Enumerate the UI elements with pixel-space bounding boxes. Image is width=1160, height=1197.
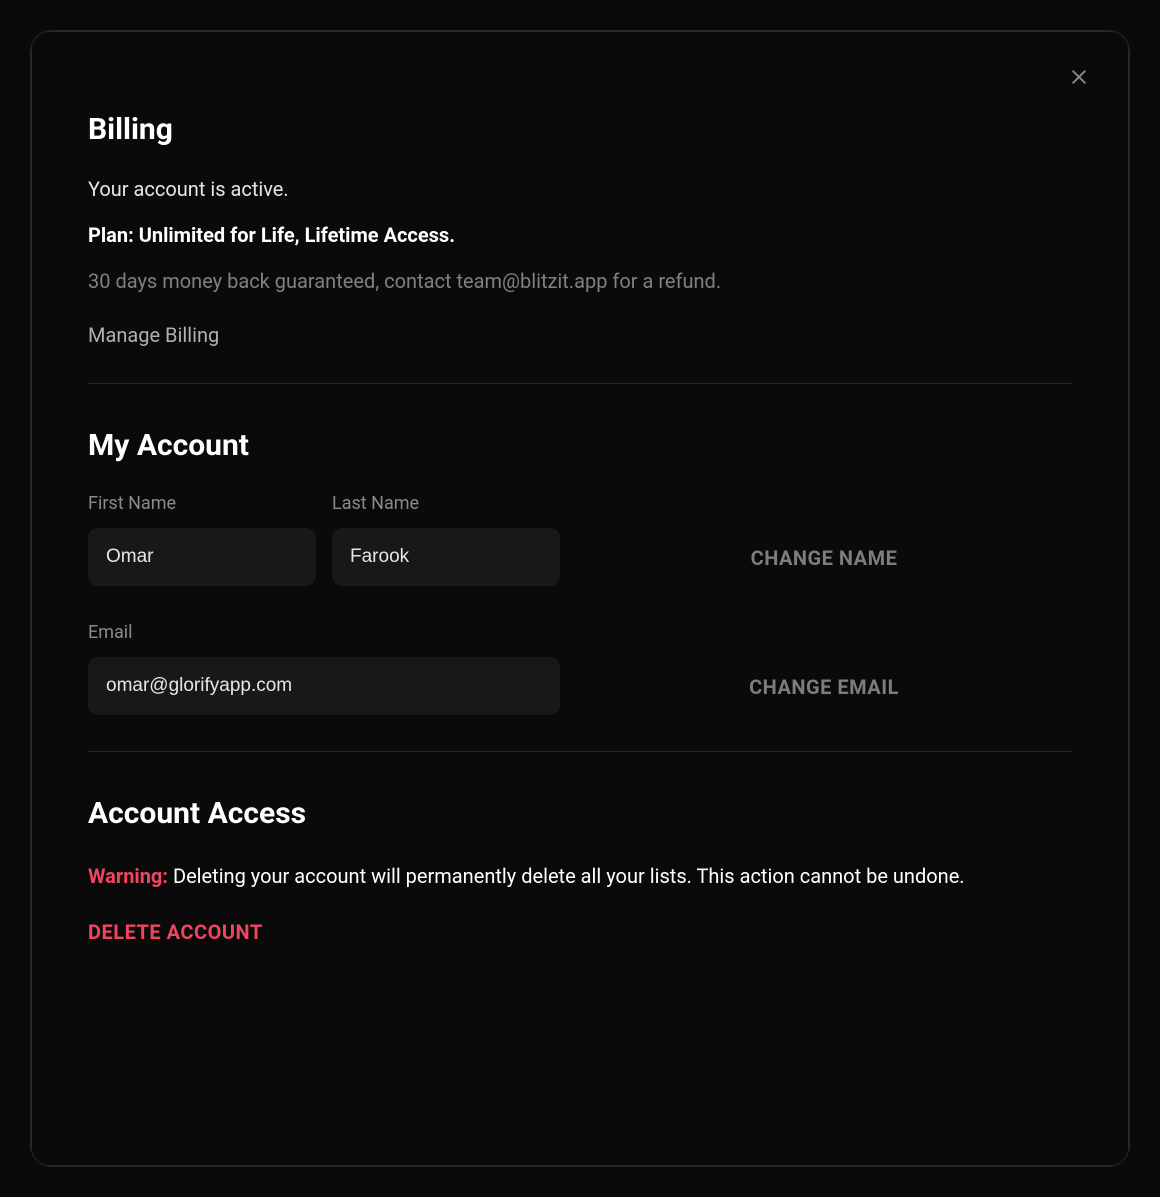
change-name-button[interactable]: CHANGE NAME [576, 546, 1072, 586]
email-input[interactable] [88, 657, 560, 715]
billing-title: Billing [88, 112, 1072, 147]
my-account-title: My Account [88, 428, 1072, 463]
divider [88, 383, 1072, 384]
last-name-field-group: Last Name [332, 493, 560, 586]
delete-warning-text: Warning: Deleting your account will perm… [88, 861, 1072, 892]
settings-panel: Billing Your account is active. Plan: Un… [31, 31, 1129, 1166]
first-name-input[interactable] [88, 528, 316, 586]
name-row: First Name Last Name CHANGE NAME [88, 493, 1072, 586]
close-icon [1069, 67, 1089, 87]
plan-text: Plan: Unlimited for Life, Lifetime Acces… [88, 223, 1072, 247]
email-label: Email [88, 622, 560, 643]
close-button[interactable] [1064, 62, 1094, 92]
email-row: Email CHANGE EMAIL [88, 622, 1072, 715]
last-name-input[interactable] [332, 528, 560, 586]
email-field-group: Email [88, 622, 560, 715]
refund-note: 30 days money back guaranteed, contact t… [88, 269, 1072, 293]
warning-label: Warning: [88, 864, 168, 888]
first-name-field-group: First Name [88, 493, 316, 586]
account-status-text: Your account is active. [88, 177, 1072, 201]
delete-account-button[interactable]: DELETE ACCOUNT [88, 920, 1072, 944]
first-name-label: First Name [88, 493, 316, 514]
account-access-title: Account Access [88, 796, 1072, 831]
warning-body: Deleting your account will permanently d… [168, 864, 965, 888]
last-name-label: Last Name [332, 493, 560, 514]
manage-billing-link[interactable]: Manage Billing [88, 323, 219, 347]
settings-window: Billing Your account is active. Plan: Un… [30, 30, 1130, 1167]
change-email-button[interactable]: CHANGE EMAIL [576, 675, 1072, 715]
divider [88, 751, 1072, 752]
